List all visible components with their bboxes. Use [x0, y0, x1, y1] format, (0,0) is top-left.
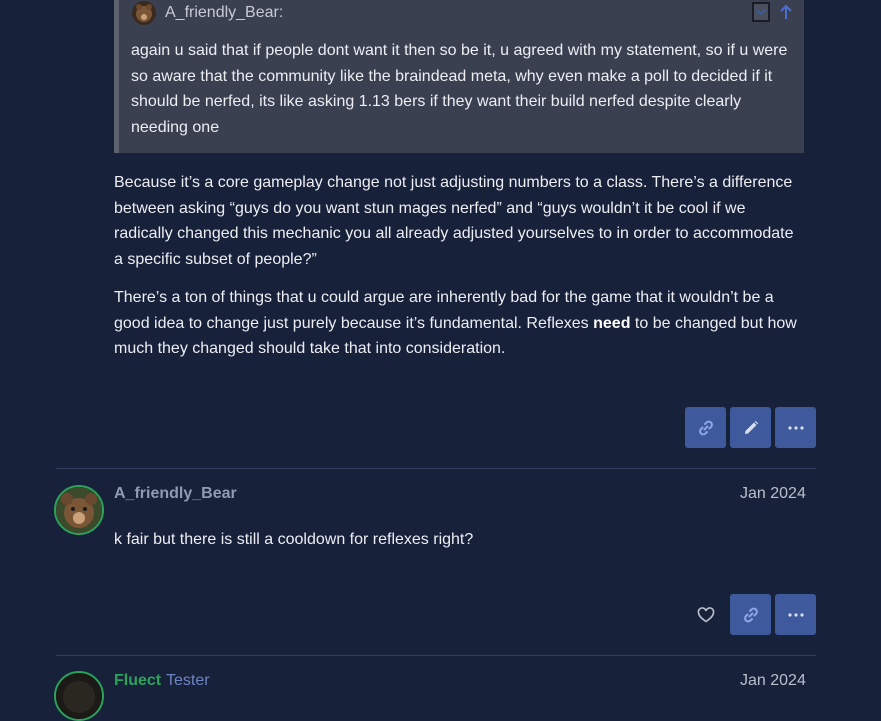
- link-icon: [743, 607, 758, 622]
- link-icon: [698, 420, 713, 435]
- more-options-button[interactable]: [775, 594, 816, 635]
- post-paragraph: k fair but there is still a cooldown for…: [114, 531, 474, 548]
- post-divider: [56, 655, 816, 656]
- copy-link-button[interactable]: [685, 407, 726, 448]
- post-username[interactable]: Fluect: [114, 672, 161, 690]
- quote-header: A_friendly_Bear:: [132, 0, 283, 26]
- copy-link-button[interactable]: [730, 594, 771, 635]
- ellipsis-icon: [787, 425, 804, 430]
- post-paragraph: There’s a ton of things that u could arg…: [114, 289, 797, 357]
- quote-expand-button[interactable]: [752, 2, 770, 22]
- user-title: Tester: [166, 672, 210, 689]
- quote-text: again u said that if people dont want it…: [131, 42, 788, 136]
- post-date[interactable]: Jan 2024: [740, 672, 806, 690]
- quote-author[interactable]: A_friendly_Bear:: [165, 4, 283, 22]
- post-divider: [56, 468, 816, 469]
- quote-controls: [752, 2, 794, 22]
- more-options-button[interactable]: [775, 407, 816, 448]
- bold-text: need: [593, 314, 631, 332]
- ellipsis-icon: [787, 612, 804, 617]
- post-username[interactable]: A_friendly_Bear: [114, 485, 237, 503]
- avatar[interactable]: [54, 671, 104, 721]
- edit-button[interactable]: [730, 407, 771, 448]
- post-body: Because it’s a core gameplay change not …: [114, 170, 804, 362]
- pencil-icon: [744, 420, 758, 434]
- quote-avatar[interactable]: [132, 1, 156, 25]
- like-button[interactable]: [685, 594, 726, 635]
- post-paragraph: Because it’s a core gameplay change not …: [114, 174, 794, 268]
- quoted-post: A_friendly_Bear: again u said that if pe…: [114, 0, 804, 153]
- post-date[interactable]: Jan 2024: [740, 485, 806, 503]
- avatar[interactable]: [54, 485, 104, 535]
- post-body: k fair but there is still a cooldown for…: [114, 527, 804, 553]
- arrow-up-icon[interactable]: [778, 3, 794, 21]
- heart-icon: [697, 606, 714, 622]
- chevron-down-icon: [756, 9, 766, 16]
